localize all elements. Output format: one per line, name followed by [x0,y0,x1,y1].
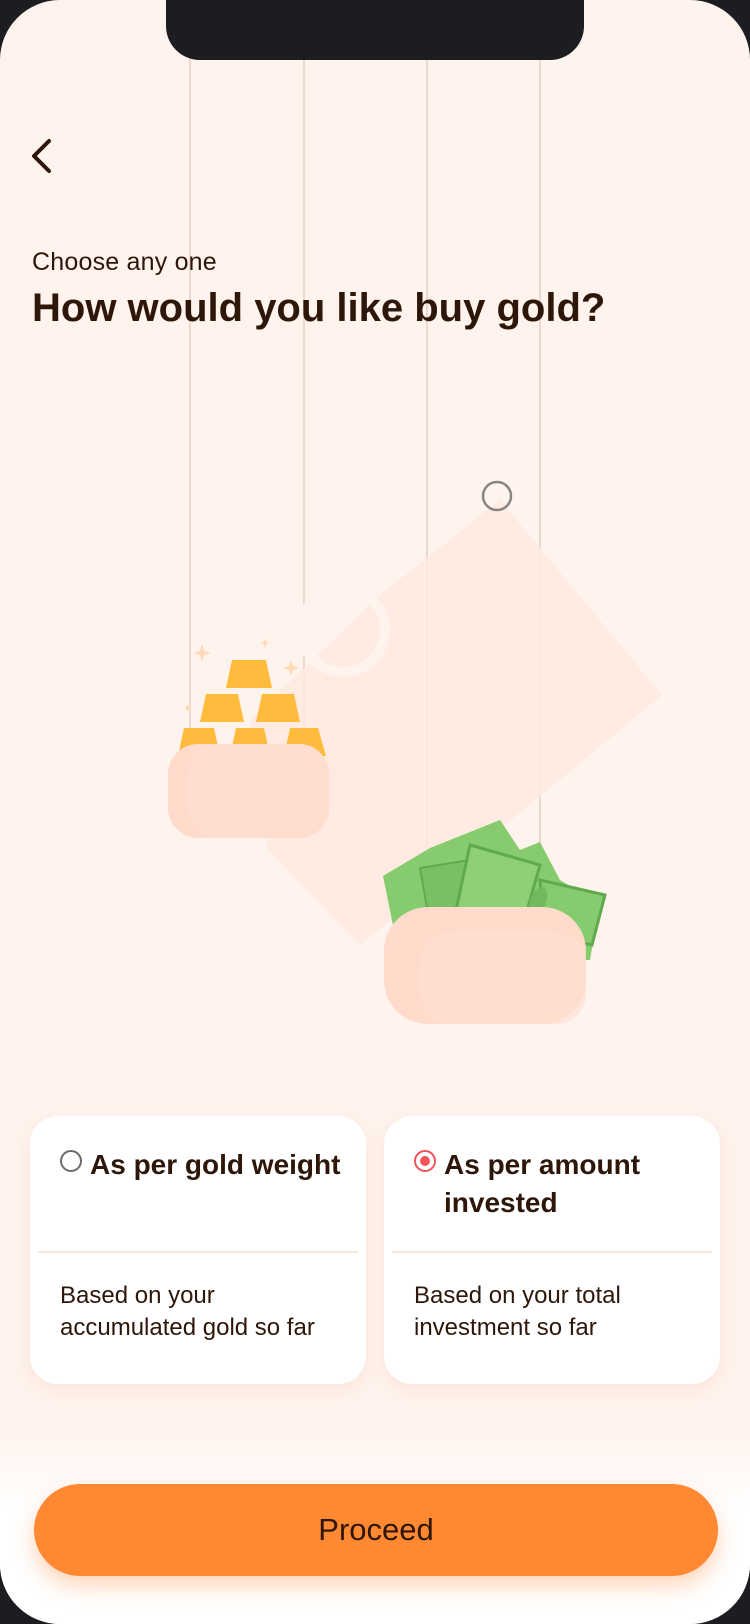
radio-button-amount-invested[interactable] [414,1150,436,1172]
option-description: Based on your accumulated gold so far [60,1282,315,1341]
option-title: As per amount invested [444,1149,641,1218]
option-card-amount-invested[interactable]: As per amount invested Based on your tot… [384,1116,720,1384]
card-divider [392,1251,712,1253]
option-card-gold-weight[interactable]: As per gold weight Based on your accumul… [30,1116,366,1384]
option-description: Based on your total investment so far [414,1282,621,1341]
proceed-button[interactable]: Proceed [34,1484,718,1576]
option-title: As per gold weight [90,1149,341,1180]
app-screen: Choose any one How would you like buy go… [0,0,750,1624]
card-divider [38,1251,358,1253]
radio-button-gold-weight[interactable] [60,1150,82,1172]
